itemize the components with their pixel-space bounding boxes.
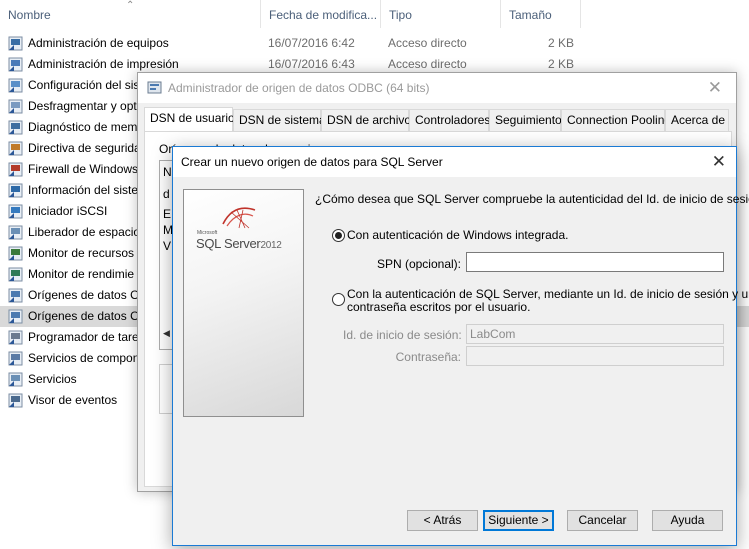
- list-item: V: [163, 239, 172, 253]
- file-name: Administración de equipos: [28, 36, 169, 50]
- tab-dsn-usuario[interactable]: DSN de usuario: [144, 107, 235, 132]
- shortcut-icon: [8, 141, 23, 156]
- shortcut-icon: [8, 36, 23, 51]
- shortcut-icon: [8, 267, 23, 282]
- shortcut-icon: [8, 225, 23, 240]
- shortcut-icon: [8, 183, 23, 198]
- login-id-label: Id. de inicio de sesión:: [343, 328, 462, 342]
- file-name: Directiva de segurida: [28, 141, 141, 155]
- file-row[interactable]: Administración de equipos 16/07/2016 6:42…: [0, 33, 749, 54]
- file-name: Iniciador iSCSI: [28, 204, 108, 218]
- file-name: Servicios: [28, 372, 77, 386]
- tab-controladores[interactable]: Controladores: [409, 109, 490, 131]
- shortcut-icon: [8, 162, 23, 177]
- sql-server-dsn-wizard: Crear un nuevo origen de datos para SQL …: [172, 146, 749, 546]
- file-name: Monitor de recursos: [28, 246, 135, 260]
- spn-input[interactable]: [466, 252, 724, 272]
- file-size: 2 KB: [547, 57, 574, 71]
- file-name: Servicios de compon: [28, 351, 140, 365]
- odbc-close-icon[interactable]: ✕: [708, 78, 722, 98]
- tab-seguimiento[interactable]: Seguimiento: [489, 109, 562, 131]
- sql-server-logo-icon: [222, 207, 256, 229]
- scroll-left-icon[interactable]: ◀: [163, 328, 170, 339]
- shortcut-icon: [8, 393, 23, 408]
- password-input[interactable]: [466, 346, 724, 366]
- help-button[interactable]: Ayuda: [652, 510, 723, 531]
- shortcut-icon: [8, 351, 23, 366]
- file-name: Visor de eventos: [28, 393, 118, 407]
- shortcut-icon: [8, 372, 23, 387]
- next-button[interactable]: Siguiente >: [483, 510, 554, 531]
- tab-dsn-archivo[interactable]: DSN de archivo: [321, 109, 411, 131]
- file-type: Acceso directo: [388, 36, 467, 50]
- shortcut-icon: [8, 99, 23, 114]
- odbc-titlebar[interactable]: Administrador de origen de datos ODBC (6…: [138, 73, 736, 103]
- odbc-window-title: Administrador de origen de datos ODBC (6…: [168, 81, 430, 95]
- file-name: Administración de impresión: [28, 57, 179, 71]
- sort-ascending-icon: ⌃: [126, 0, 135, 11]
- list-item: N: [163, 165, 172, 179]
- shortcut-icon: [8, 204, 23, 219]
- file-name: Orígenes de datos OD: [28, 309, 149, 323]
- column-header-type[interactable]: Tipo: [381, 0, 501, 28]
- sql-server-banner-image: Microsoft SQL Server2012: [183, 189, 304, 417]
- tab-connection-pooling[interactable]: Connection Pooling: [561, 109, 671, 131]
- file-name: Configuración del sis: [28, 78, 140, 92]
- list-item: d: [163, 187, 170, 201]
- file-name: Programador de tare: [28, 330, 139, 344]
- shortcut-icon: [8, 78, 23, 93]
- file-name: Información del siste: [28, 183, 139, 197]
- shortcut-icon: [8, 288, 23, 303]
- login-id-input[interactable]: [466, 324, 724, 344]
- column-header-size[interactable]: Tamaño: [501, 0, 581, 28]
- back-button[interactable]: < Atrás: [407, 510, 478, 531]
- odbc-app-icon: [147, 81, 162, 94]
- shortcut-icon: [8, 330, 23, 345]
- radio-sql-auth[interactable]: [332, 293, 345, 306]
- wizard-titlebar[interactable]: Crear un nuevo origen de datos para SQL …: [173, 147, 736, 177]
- tab-acerca-de[interactable]: Acerca de: [665, 109, 729, 131]
- list-item: E: [163, 207, 172, 221]
- file-type: Acceso directo: [388, 57, 467, 71]
- radio-windows-auth[interactable]: [332, 229, 345, 242]
- file-size: 2 KB: [547, 36, 574, 50]
- file-date: 16/07/2016 6:42: [268, 36, 355, 50]
- auth-question: ¿Cómo desea que SQL Server compruebe la …: [315, 192, 749, 206]
- radio-windows-auth-label[interactable]: Con autenticación de Windows integrada.: [347, 228, 568, 242]
- column-header-date[interactable]: Fecha de modifica...: [261, 0, 381, 28]
- file-name: Monitor de rendimie: [28, 267, 135, 281]
- wizard-title: Crear un nuevo origen de datos para SQL …: [181, 155, 443, 169]
- radio-sql-auth-label-line1[interactable]: Con la autenticación de SQL Server, medi…: [347, 287, 749, 301]
- shortcut-icon: [8, 309, 23, 324]
- password-label: Contraseña:: [395, 350, 461, 364]
- tab-dsn-sistema[interactable]: DSN de sistema: [233, 109, 326, 131]
- shortcut-icon: [8, 246, 23, 261]
- file-name: Desfragmentar y opti: [28, 99, 140, 113]
- logo-sql-server-text: SQL Server2012: [196, 236, 282, 251]
- file-name: Orígenes de datos OD: [28, 288, 149, 302]
- wizard-close-icon[interactable]: ✕: [712, 152, 726, 172]
- shortcut-icon: [8, 120, 23, 135]
- file-name: Firewall de Windows: [28, 162, 139, 176]
- file-name: Liberador de espacio: [28, 225, 141, 239]
- file-date: 16/07/2016 6:43: [268, 57, 355, 71]
- cancel-button[interactable]: Cancelar: [567, 510, 638, 531]
- file-name: Diagnóstico de mem: [28, 120, 138, 134]
- spn-label: SPN (opcional):: [376, 257, 461, 271]
- shortcut-icon: [8, 57, 23, 72]
- radio-sql-auth-label-line2[interactable]: contraseña escritos por el usuario.: [347, 300, 530, 314]
